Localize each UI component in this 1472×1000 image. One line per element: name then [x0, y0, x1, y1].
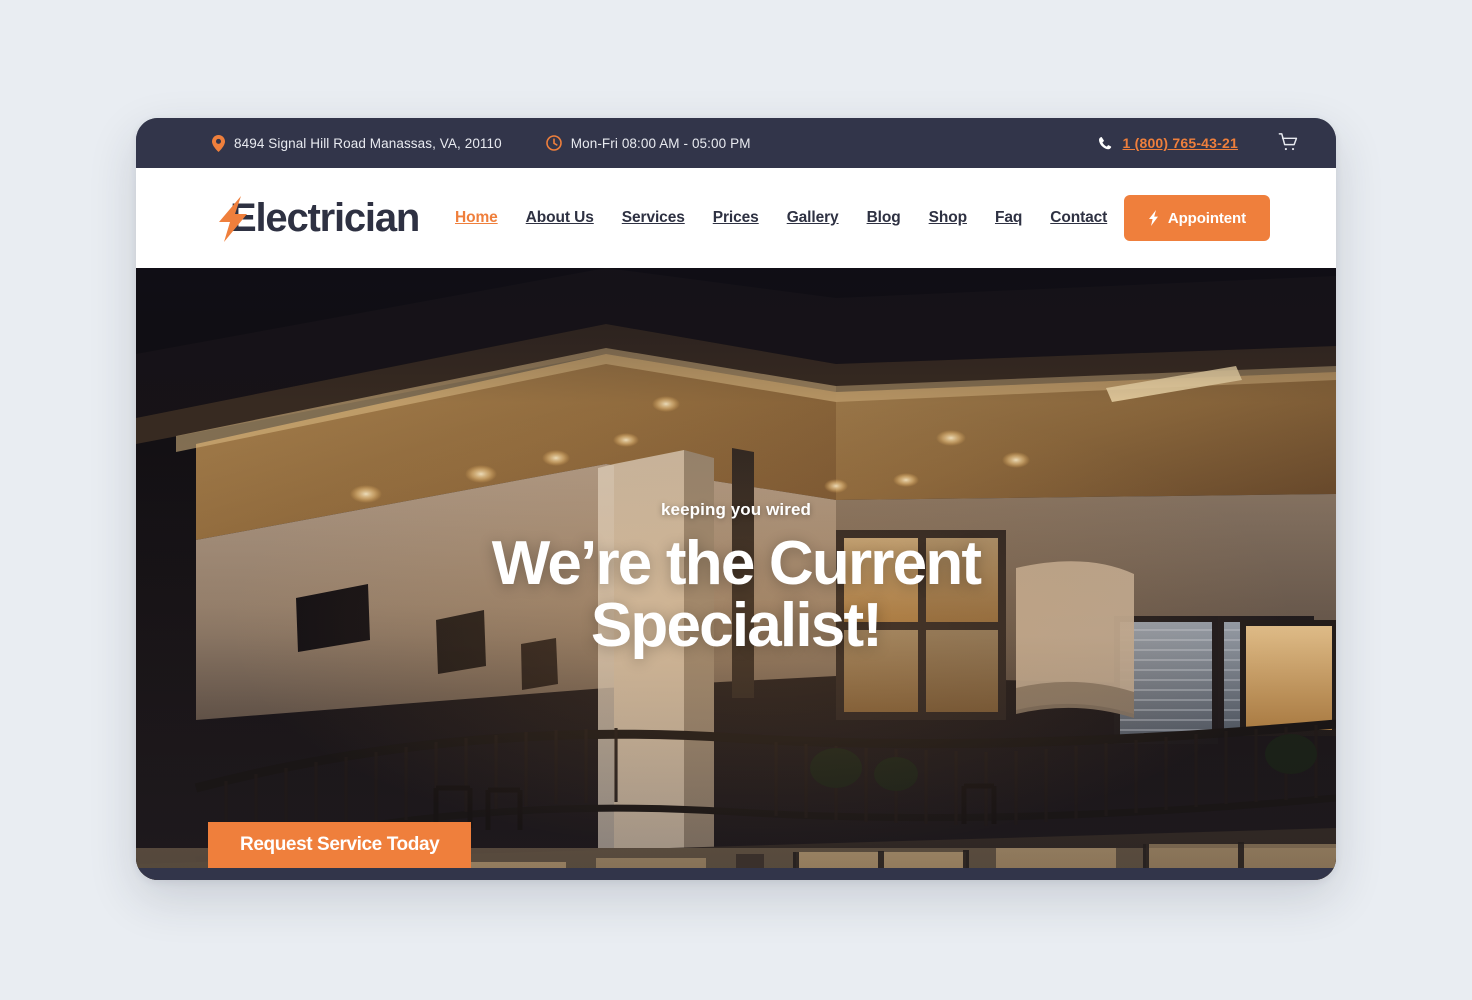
logo-text: Electrician: [230, 196, 420, 240]
lightning-bolt-icon: [216, 196, 250, 242]
hero-eyebrow: keeping you wired: [660, 500, 811, 519]
lightning-bolt-icon: [1148, 210, 1159, 226]
nav-item-about-us[interactable]: About Us: [526, 209, 594, 227]
site-logo[interactable]: Electrician: [210, 192, 420, 244]
nav-item-blog[interactable]: Blog: [867, 209, 901, 227]
hero-content: keeping you wired We’re the Current Spec…: [136, 500, 1336, 657]
top-info-right: 1 (800) 765-43-21: [1098, 132, 1300, 154]
hero-title: We’re the Current Specialist!: [136, 533, 1336, 657]
top-info-left: 8494 Signal Hill Road Manassas, VA, 2011…: [212, 134, 751, 152]
address-text: 8494 Signal Hill Road Manassas, VA, 2011…: [234, 135, 502, 151]
hours-text: Mon-Fri 08:00 AM - 05:00 PM: [570, 135, 751, 151]
hero-title-line-1: We’re the Current: [491, 529, 982, 598]
nav-item-faq[interactable]: Faq: [995, 209, 1022, 227]
phone-number: 1 (800) 765-43-21: [1122, 135, 1238, 151]
site-header: Electrician Home About Us Services Price…: [136, 168, 1336, 268]
phone-link[interactable]: 1 (800) 765-43-21: [1098, 135, 1238, 151]
shopping-cart-icon[interactable]: [1278, 132, 1300, 154]
phone-icon: [1098, 136, 1113, 151]
appointment-button-label: Appointent: [1167, 209, 1246, 227]
website-preview-card: 8494 Signal Hill Road Manassas, VA, 2011…: [136, 118, 1336, 880]
request-service-button[interactable]: Request Service Today: [208, 822, 472, 868]
hero-bottom-strip: [136, 868, 1336, 880]
appointment-button[interactable]: Appointent: [1123, 195, 1270, 241]
hero-title-line-2: Specialist!: [590, 591, 883, 660]
nav-item-home[interactable]: Home: [455, 209, 498, 227]
clock-icon: [545, 135, 562, 151]
address-info: 8494 Signal Hill Road Manassas, VA, 2011…: [212, 134, 502, 152]
hours-info: Mon-Fri 08:00 AM - 05:00 PM: [545, 135, 751, 151]
nav-item-shop[interactable]: Shop: [929, 209, 967, 227]
nav-item-gallery[interactable]: Gallery: [787, 209, 839, 227]
hero-section: keeping you wired We’re the Current Spec…: [136, 268, 1336, 880]
top-info-bar: 8494 Signal Hill Road Manassas, VA, 2011…: [136, 118, 1336, 168]
nav-item-services[interactable]: Services: [622, 209, 685, 227]
nav-item-prices[interactable]: Prices: [713, 209, 759, 227]
map-pin-icon: [212, 134, 225, 152]
main-navigation: Home About Us Services Prices Gallery Bl…: [455, 209, 1107, 227]
nav-item-contact[interactable]: Contact: [1050, 209, 1107, 227]
